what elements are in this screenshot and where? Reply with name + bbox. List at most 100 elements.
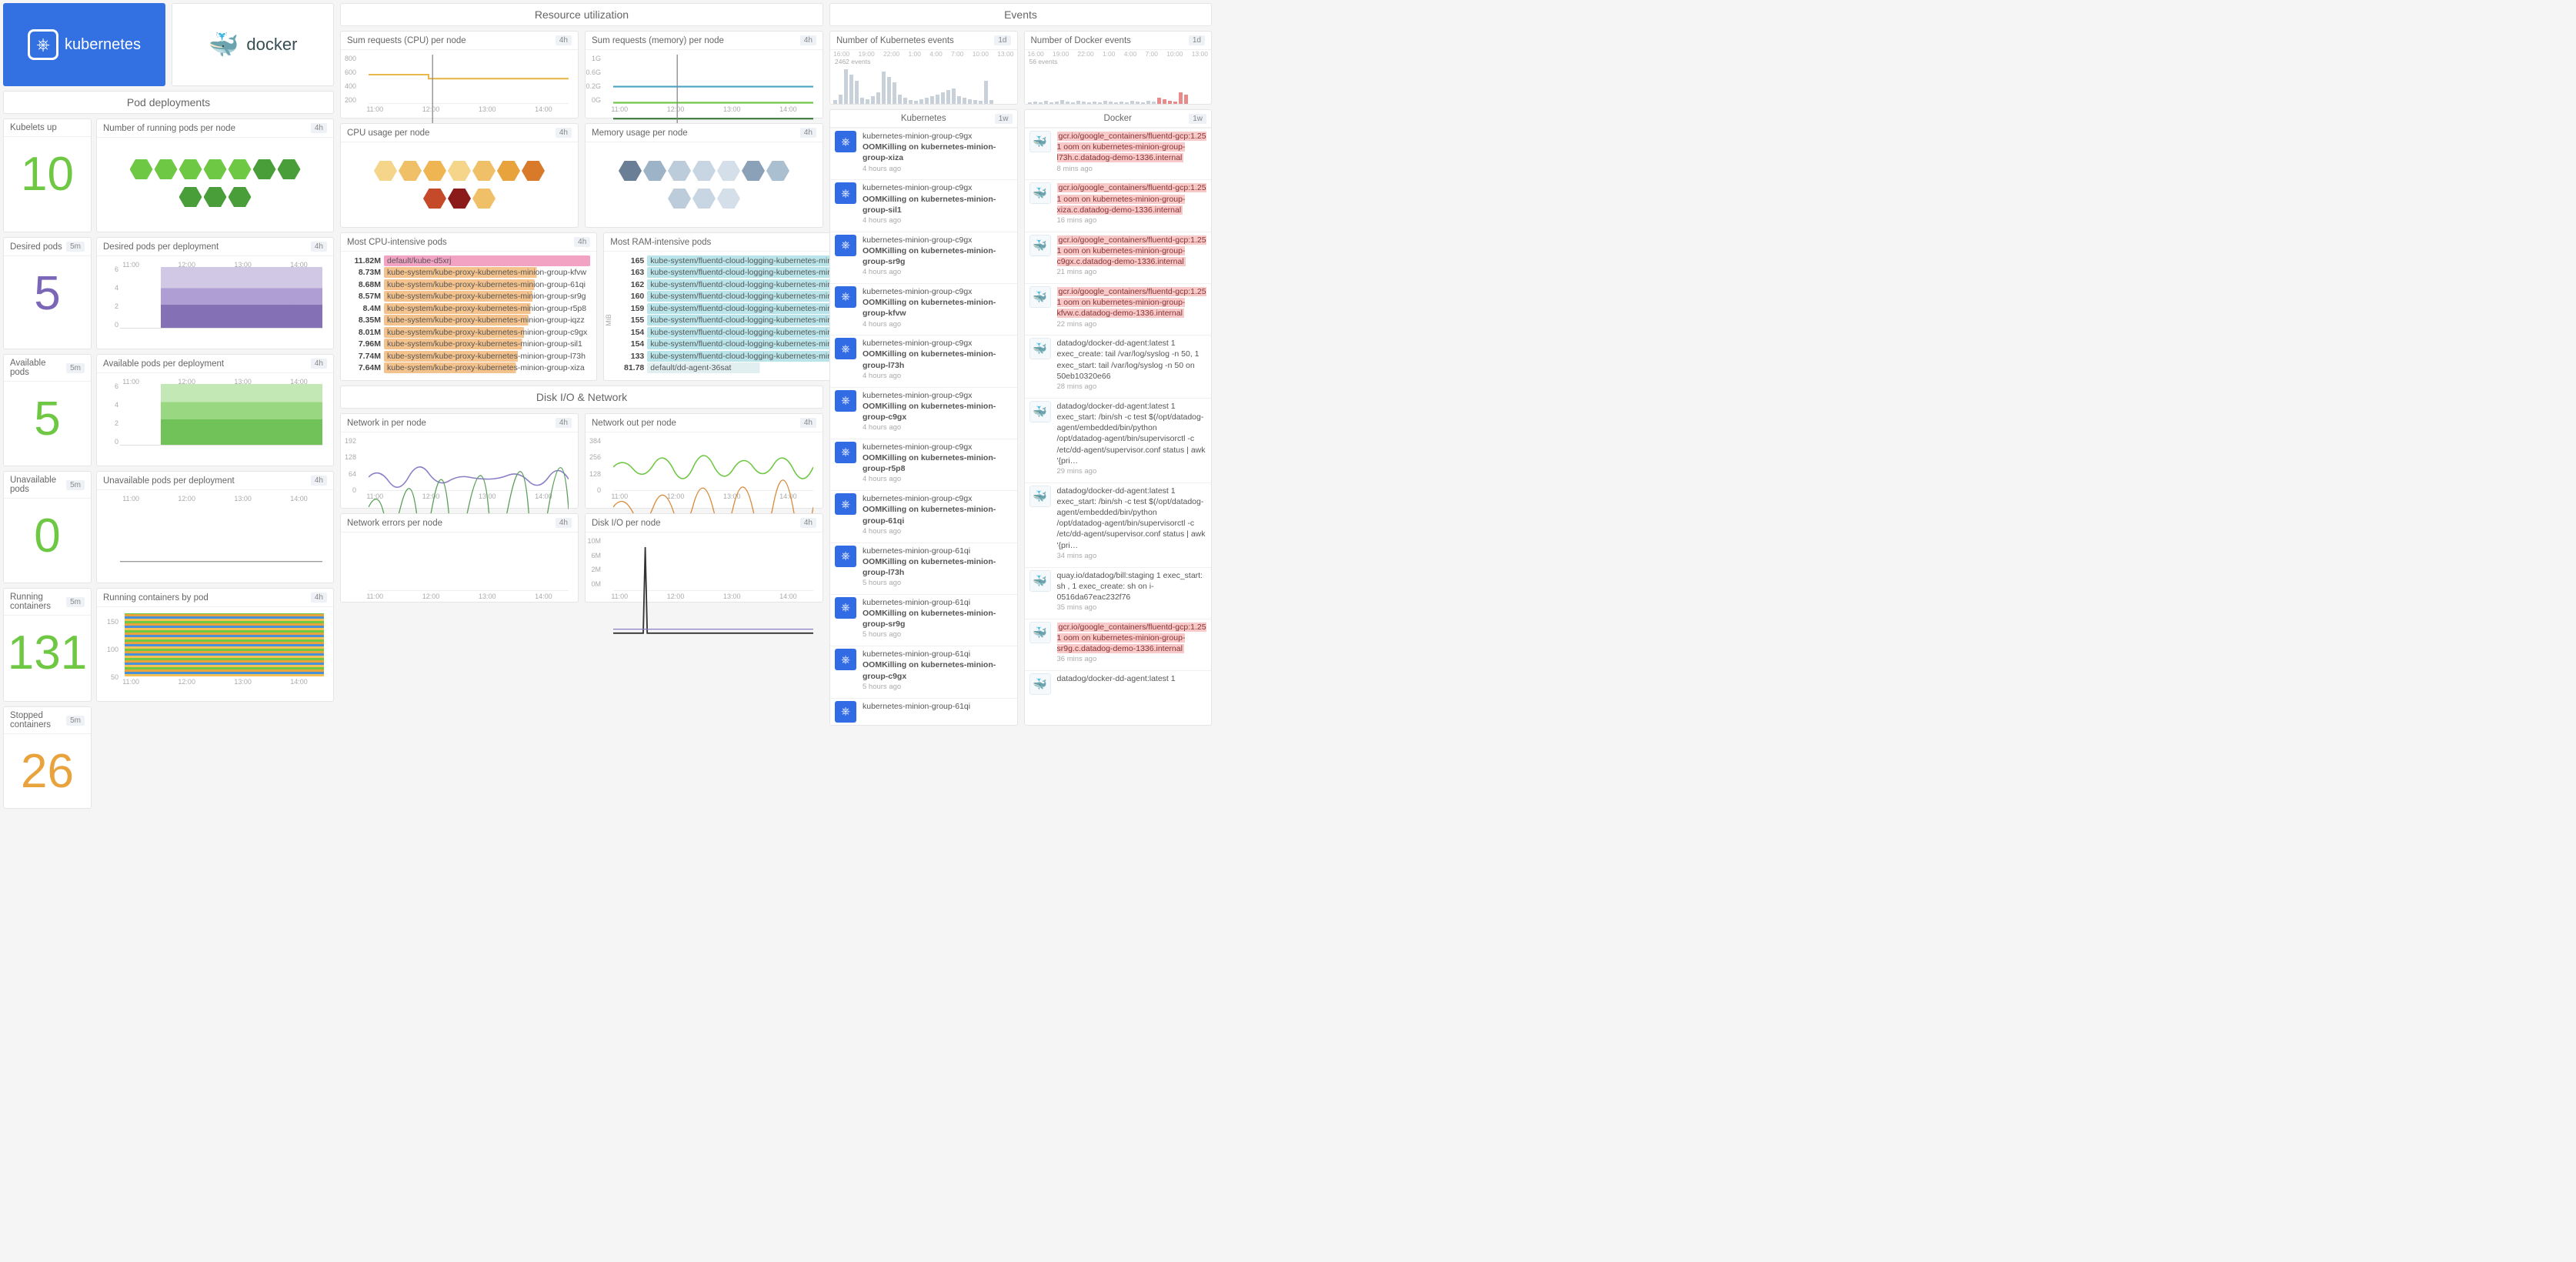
time-badge[interactable]: 4h — [800, 518, 816, 528]
panel-cpu-requests[interactable]: Sum requests (CPU) per node 4h 8006004002… — [340, 31, 579, 119]
hexmap-pods[interactable] — [103, 141, 327, 225]
stat-kubelets-up[interactable]: Kubelets up10 — [3, 119, 92, 232]
time-badge[interactable]: 4h — [311, 476, 327, 486]
histo-bar — [984, 81, 988, 104]
docker-icon: 🐳 — [1029, 338, 1051, 359]
hexmap-cpu[interactable] — [341, 142, 578, 227]
toplist-row[interactable]: 8.01Mkube-system/kube-proxy-kubernetes-m… — [347, 326, 590, 339]
stat-stopped-containers[interactable]: Stopped containers5m26 — [3, 706, 92, 809]
stat-available-pods[interactable]: Available pods5m5 — [3, 354, 92, 466]
panel-title: Sum requests (CPU) per node — [347, 36, 466, 45]
chart-unavailable-pods-per-deployment[interactable]: Unavailable pods per deployment4h11:0012… — [96, 471, 334, 583]
event-item[interactable]: 🐳datadog/docker-dd-agent:latest 1 exec_s… — [1025, 482, 1212, 564]
time-badge[interactable]: 4h — [556, 418, 572, 428]
event-item[interactable]: ⎈kubernetes-minion-group-c9gxOOMKilling … — [830, 283, 1017, 332]
event-item[interactable]: ⎈kubernetes-minion-group-c9gxOOMKilling … — [830, 232, 1017, 280]
event-item[interactable]: 🐳 datadog/docker-dd-agent:latest 1 exec_c… — [1025, 335, 1212, 395]
event-item[interactable]: ⎈kubernetes-minion-group-61qiOOMKilling … — [830, 543, 1017, 591]
time-badge[interactable]: 5m — [66, 242, 85, 252]
event-item[interactable]: 🐳gcr.io/google_containers/fluentd-gcp:1.… — [1025, 283, 1212, 332]
histo-bar — [914, 101, 918, 104]
toplist-row[interactable]: 7.96Mkube-system/kube-proxy-kubernetes-m… — [347, 339, 590, 351]
event-item[interactable]: ⎈kubernetes-minion-group-c9gxOOMKilling … — [830, 490, 1017, 539]
time-badge[interactable]: 4h — [311, 359, 327, 369]
event-item[interactable]: ⎈kubernetes-minion-group-c9gxOOMKilling … — [830, 439, 1017, 487]
histogram-docker[interactable] — [1025, 65, 1212, 104]
panel-memory-usage[interactable]: Memory usage per node4h — [585, 123, 823, 228]
histogram-k8s[interactable] — [830, 65, 1017, 104]
event-item[interactable]: 🐳quay.io/datadog/bill:staging 1 exec_sta… — [1025, 567, 1212, 616]
y-axis: 800600400200 — [342, 55, 356, 104]
stacked-containers[interactable] — [125, 613, 324, 676]
event-item[interactable]: 🐳gcr.io/google_containers/fluentd-gcp:1.… — [1025, 232, 1212, 280]
toplist-row[interactable]: 8.57Mkube-system/kube-proxy-kubernetes-m… — [347, 291, 590, 303]
panel-docker-event-list[interactable]: Docker1w 🐳gcr.io/google_containers/fluen… — [1024, 109, 1213, 726]
toplist-row[interactable]: 8.4Mkube-system/kube-proxy-kubernetes-mi… — [347, 302, 590, 315]
event-time: 22 mins ago — [1057, 320, 1207, 330]
event-item[interactable]: ⎈kubernetes-minion-group-61qiOOMKilling … — [830, 646, 1017, 694]
chart-available-pods-per-deployment[interactable]: Available pods per deployment4h642011:00… — [96, 354, 334, 466]
panel-k8s-event-list[interactable]: Kubernetes1w ⎈kubernetes-minion-group-c9… — [829, 109, 1018, 726]
panel-cpu-usage[interactable]: CPU usage per node4h — [340, 123, 579, 228]
event-item[interactable]: ⎈kubernetes-minion-group-c9gxOOMKilling … — [830, 335, 1017, 383]
time-badge[interactable]: 1w — [1189, 114, 1206, 124]
event-message: gcr.io/google_containers/fluentd-gcp:1.2… — [1057, 235, 1206, 266]
panel-docker-event-count[interactable]: Number of Docker events1d 16:0019:0022:0… — [1024, 31, 1213, 105]
kubernetes-icon: ⎈ — [835, 442, 856, 463]
event-item[interactable]: ⎈kubernetes-minion-group-c9gxOOMKilling … — [830, 387, 1017, 436]
kubernetes-label: kubernetes — [65, 36, 141, 54]
event-item[interactable]: ⎈kubernetes-minion-group-61qiOOMKilling … — [830, 594, 1017, 643]
time-badge[interactable]: 4h — [800, 128, 816, 138]
panel-cpu-toplist[interactable]: Most CPU-intensive pods4h 11.82Mdefault/… — [340, 232, 597, 381]
panel-network-errors[interactable]: Network errors per node4h 11:0012:0013:0… — [340, 513, 579, 603]
panel-title: Network out per node — [592, 419, 676, 428]
stat-desired-pods[interactable]: Desired pods5m5 — [3, 237, 92, 349]
time-badge[interactable]: 5m — [66, 480, 85, 490]
time-badge[interactable]: 4h — [574, 237, 590, 247]
time-badge[interactable]: 4h — [556, 35, 572, 45]
panel-memory-requests[interactable]: Sum requests (memory) per node4h 1G0.6G0… — [585, 31, 823, 119]
panel-network-in[interactable]: Network in per node4h 192128640 11:0012:… — [340, 413, 579, 509]
time-badge[interactable]: 1d — [994, 35, 1010, 45]
chart-running-containers-by-pod[interactable]: Running containers by pod4h1501005011:00… — [96, 588, 334, 702]
time-badge[interactable]: 4h — [800, 35, 816, 45]
panel-network-out[interactable]: Network out per node4h 3842561280 11:001… — [585, 413, 823, 509]
toplist-row[interactable]: 8.68Mkube-system/kube-proxy-kubernetes-m… — [347, 279, 590, 291]
chart-number-of-running-pods-per-node[interactable]: Number of running pods per node4h — [96, 119, 334, 232]
chart-desired-pods-per-deployment[interactable]: Desired pods per deployment4h642011:0012… — [96, 237, 334, 349]
stat-running-containers[interactable]: Running containers5m131 — [3, 588, 92, 702]
event-item[interactable]: ⎈kubernetes-minion-group-61qi — [830, 698, 1017, 725]
time-badge[interactable]: 4h — [311, 242, 327, 252]
stat-unavailable-pods[interactable]: Unavailable pods5m0 — [3, 471, 92, 583]
event-item[interactable]: 🐳datadog/docker-dd-agent:latest 1 exec_s… — [1025, 398, 1212, 479]
event-item[interactable]: ⎈kubernetes-minion-group-c9gxOOMKilling … — [830, 179, 1017, 228]
time-badge[interactable]: 4h — [556, 128, 572, 138]
toplist-row[interactable]: 8.35Mkube-system/kube-proxy-kubernetes-m… — [347, 315, 590, 327]
hexmap-memory[interactable] — [586, 142, 823, 227]
event-item[interactable]: 🐳gcr.io/google_containers/fluentd-gcp:1.… — [1025, 179, 1212, 228]
event-item[interactable]: 🐳gcr.io/google_containers/fluentd-gcp:1.… — [1025, 619, 1212, 667]
event-message: datadog/docker-dd-agent:latest 1 exec_cr… — [1057, 338, 1207, 382]
histo-bar — [936, 95, 939, 104]
toplist-value: 8.01M — [347, 328, 381, 337]
panel-k8s-event-count[interactable]: Number of Kubernetes events1d 16:0019:00… — [829, 31, 1018, 105]
time-badge[interactable]: 5m — [66, 363, 85, 373]
time-badge[interactable]: 4h — [556, 518, 572, 528]
event-host: kubernetes-minion-group-c9gx — [863, 286, 1013, 297]
toplist-row[interactable]: 8.73Mkube-system/kube-proxy-kubernetes-m… — [347, 267, 590, 279]
time-badge[interactable]: 5m — [66, 716, 85, 726]
event-item[interactable]: ⎈kubernetes-minion-group-c9gxOOMKilling … — [830, 128, 1017, 176]
time-badge[interactable]: 1w — [995, 114, 1013, 124]
panel-disk-io[interactable]: Disk I/O per node4h 10M6M2M0M 11:0012:00… — [585, 513, 823, 603]
time-badge[interactable]: 4h — [311, 593, 327, 603]
event-item[interactable]: 🐳datadog/docker-dd-agent:latest 1 — [1025, 670, 1212, 697]
toplist-row[interactable]: 7.64Mkube-system/kube-proxy-kubernetes-m… — [347, 362, 590, 375]
time-badge[interactable]: 4h — [800, 418, 816, 428]
time-badge[interactable]: 1d — [1189, 35, 1205, 45]
time-badge[interactable]: 5m — [66, 597, 85, 607]
event-item[interactable]: 🐳gcr.io/google_containers/fluentd-gcp:1.… — [1025, 128, 1212, 176]
toplist-row[interactable]: 11.82Mdefault/kube-d5xrj — [347, 255, 590, 267]
time-badge[interactable]: 4h — [311, 123, 327, 133]
toplist-row[interactable]: 7.74Mkube-system/kube-proxy-kubernetes-m… — [347, 350, 590, 362]
panel-title: Number of Docker events — [1031, 36, 1131, 45]
